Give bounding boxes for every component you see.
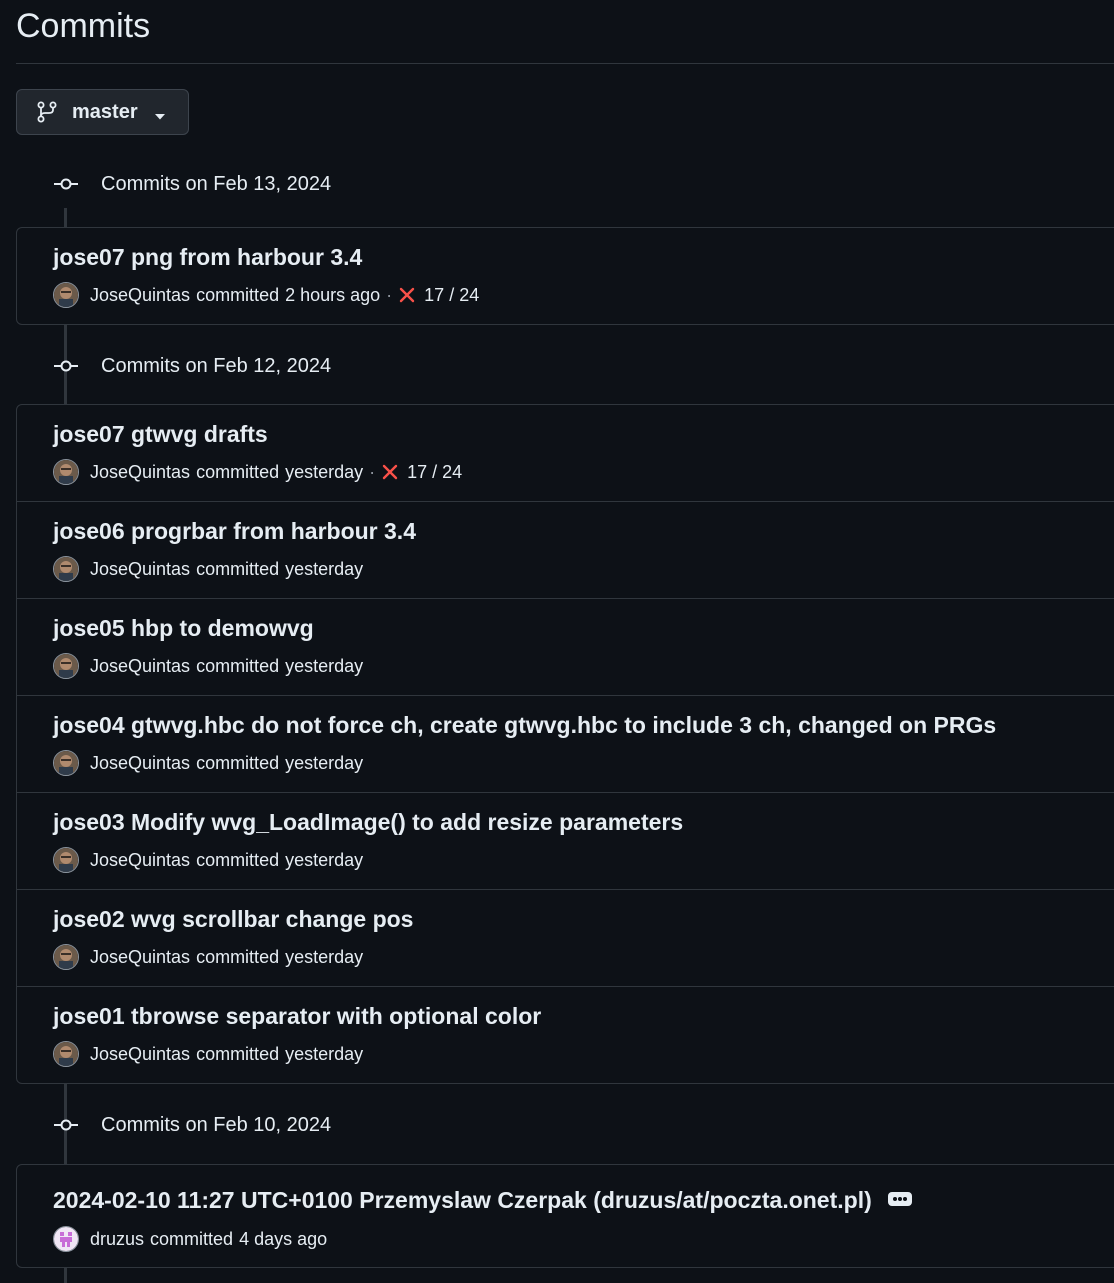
git-commit-icon xyxy=(53,358,79,374)
group-date-label: Commits on Feb 13, 2024 xyxy=(101,172,332,195)
commit-meta: JoseQuintas committed yesterday · 17 / 2… xyxy=(53,458,462,486)
commit-meta: JoseQuintas committed yesterday xyxy=(53,943,363,971)
git-branch-icon xyxy=(36,101,58,123)
commit-row: jose07 gtwvg drafts JoseQuintas committe… xyxy=(17,405,1114,502)
commit-action: committed xyxy=(196,752,280,773)
commit-action: committed xyxy=(196,284,280,305)
commit-author-link[interactable]: druzus xyxy=(90,1229,144,1250)
branch-selector-button[interactable]: master xyxy=(16,89,189,135)
commit-row: jose02 wvg scrollbar change pos JoseQuin… xyxy=(17,890,1114,987)
commit-meta: JoseQuintas committed yesterday xyxy=(53,846,363,874)
avatar[interactable] xyxy=(53,944,79,970)
group-date-label: Commits on Feb 12, 2024 xyxy=(101,354,332,377)
checks-count[interactable]: 17 / 24 xyxy=(424,285,479,306)
avatar[interactable] xyxy=(53,847,79,873)
commit-row: jose05 hbp to demowvg JoseQuintas commit… xyxy=(17,599,1114,696)
commit-time: yesterday xyxy=(285,461,364,482)
chevron-down-icon xyxy=(154,108,166,120)
commit-action: committed xyxy=(196,558,280,579)
commit-time: yesterday xyxy=(285,655,364,676)
ellipsis-icon[interactable] xyxy=(887,1191,912,1206)
commit-time: yesterday xyxy=(285,849,364,870)
commit-time: yesterday xyxy=(285,558,364,579)
commit-author-link[interactable]: JoseQuintas xyxy=(90,656,190,677)
commit-action: committed xyxy=(196,946,280,967)
commit-time: yesterday xyxy=(285,946,364,967)
commit-list: 2024-02-10 11:27 UTC+0100 Przemyslaw Cze… xyxy=(16,1164,1114,1268)
commit-action: committed xyxy=(196,655,280,676)
commit-list: jose07 png from harbour 3.4 JoseQuintas … xyxy=(16,227,1114,325)
timeline-connector xyxy=(64,1267,67,1283)
group-date-label: Commits on Feb 10, 2024 xyxy=(101,1113,332,1136)
avatar[interactable] xyxy=(53,1041,79,1067)
commit-meta: JoseQuintas committed yesterday xyxy=(53,749,363,777)
commit-title-link[interactable]: jose07 gtwvg drafts xyxy=(53,421,268,448)
commit-time: yesterday xyxy=(285,1043,364,1064)
commit-title-link[interactable]: 2024-02-10 11:27 UTC+0100 Przemyslaw Cze… xyxy=(53,1187,872,1213)
avatar[interactable] xyxy=(53,750,79,776)
commit-row: jose01 tbrowse separator with optional c… xyxy=(17,987,1114,1084)
commit-author-link[interactable]: JoseQuintas xyxy=(90,947,190,968)
avatar[interactable] xyxy=(53,1226,79,1252)
commit-row: jose03 Modify wvg_LoadImage() to add res… xyxy=(17,793,1114,890)
commits-page: Commits master Commits on Feb 13, 2024 j… xyxy=(0,0,1114,1283)
commit-author-link[interactable]: JoseQuintas xyxy=(90,850,190,871)
commit-time: 2 hours ago xyxy=(285,284,381,305)
commit-time: 4 days ago xyxy=(239,1228,328,1249)
commit-action: committed xyxy=(150,1228,234,1249)
avatar[interactable] xyxy=(53,653,79,679)
commit-title-row: 2024-02-10 11:27 UTC+0100 Przemyslaw Cze… xyxy=(53,1187,912,1214)
commit-action: committed xyxy=(196,461,280,482)
commit-row: 2024-02-10 11:27 UTC+0100 Przemyslaw Cze… xyxy=(17,1165,1114,1267)
commit-meta: JoseQuintas committed yesterday xyxy=(53,555,363,583)
commit-time: yesterday xyxy=(285,752,364,773)
commit-title-link[interactable]: jose03 Modify wvg_LoadImage() to add res… xyxy=(53,809,683,836)
commit-author-link[interactable]: JoseQuintas xyxy=(90,1044,190,1065)
commit-row: jose06 progrbar from harbour 3.4 JoseQui… xyxy=(17,502,1114,599)
commit-meta: JoseQuintas committed yesterday xyxy=(53,1040,363,1068)
avatar[interactable] xyxy=(53,459,79,485)
commit-author-link[interactable]: JoseQuintas xyxy=(90,753,190,774)
commit-author-link[interactable]: JoseQuintas xyxy=(90,285,190,306)
checks-count[interactable]: 17 / 24 xyxy=(407,462,462,483)
commit-meta: druzus committed 4 days ago xyxy=(53,1225,327,1253)
commit-title-link[interactable]: jose04 gtwvg.hbc do not force ch, create… xyxy=(53,712,996,739)
commit-title-link[interactable]: jose06 progrbar from harbour 3.4 xyxy=(53,518,416,545)
commit-title-link[interactable]: jose02 wvg scrollbar change pos xyxy=(53,906,413,933)
commit-author-link[interactable]: JoseQuintas xyxy=(90,559,190,580)
git-commit-icon xyxy=(53,176,79,192)
page-title: Commits xyxy=(16,7,151,45)
commit-group-header: Commits on Feb 10, 2024 xyxy=(53,1110,331,1140)
x-icon[interactable] xyxy=(398,286,416,304)
commit-title-link[interactable]: jose05 hbp to demowvg xyxy=(53,615,314,642)
commit-action: committed xyxy=(196,849,280,870)
commit-title-link[interactable]: jose01 tbrowse separator with optional c… xyxy=(53,1003,541,1030)
commit-row: jose07 png from harbour 3.4 JoseQuintas … xyxy=(17,228,1114,325)
commit-row: jose04 gtwvg.hbc do not force ch, create… xyxy=(17,696,1114,793)
commit-author-link[interactable]: JoseQuintas xyxy=(90,462,190,483)
meta-separator: · xyxy=(386,284,393,305)
commit-title-link[interactable]: jose07 png from harbour 3.4 xyxy=(53,244,362,271)
branch-name: master xyxy=(72,100,138,123)
commit-action: committed xyxy=(196,1043,280,1064)
title-divider xyxy=(16,63,1114,64)
commit-meta: JoseQuintas committed yesterday xyxy=(53,652,363,680)
commit-group-header: Commits on Feb 12, 2024 xyxy=(53,351,331,381)
commit-meta: JoseQuintas committed 2 hours ago · 17 /… xyxy=(53,281,479,309)
avatar[interactable] xyxy=(53,556,79,582)
commit-group-header: Commits on Feb 13, 2024 xyxy=(53,169,331,199)
timeline-connector xyxy=(64,208,67,228)
git-commit-icon xyxy=(53,1117,79,1133)
meta-separator: · xyxy=(369,461,376,482)
avatar[interactable] xyxy=(53,282,79,308)
x-icon[interactable] xyxy=(381,463,399,481)
commit-list: jose07 gtwvg drafts JoseQuintas committe… xyxy=(16,404,1114,1084)
